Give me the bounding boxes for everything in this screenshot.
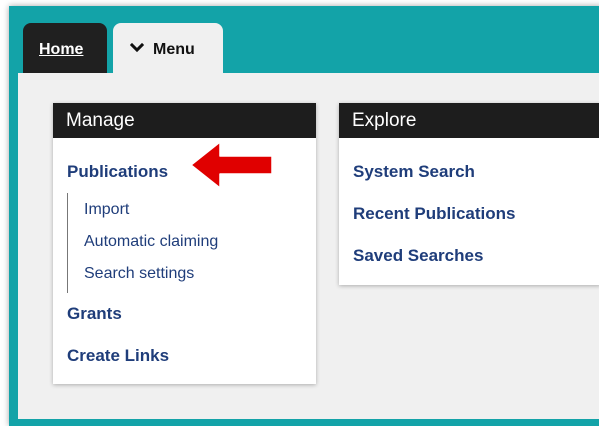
recent-publications-link[interactable]: Recent Publications (353, 204, 515, 224)
tab-home-label[interactable]: Home (39, 41, 83, 59)
explore-panel: Explore System Search Recent Publication… (339, 103, 599, 285)
red-arrow-left-icon (190, 141, 273, 189)
publications-submenu: Import Automatic claiming Search setting… (67, 193, 218, 293)
search-settings-link[interactable]: Search settings (84, 265, 194, 283)
saved-searches-link[interactable]: Saved Searches (353, 246, 483, 266)
system-search-link[interactable]: System Search (353, 162, 475, 182)
tab-home[interactable]: Home (23, 23, 107, 75)
manage-panel: Manage Publications Import Automatic cla… (53, 103, 316, 384)
automatic-claiming-link[interactable]: Automatic claiming (84, 233, 218, 251)
tab-menu[interactable]: Menu (113, 23, 223, 75)
chevron-down-icon (130, 43, 144, 53)
publications-link[interactable]: Publications (67, 162, 168, 182)
manage-panel-title: Manage (53, 103, 316, 138)
import-link[interactable]: Import (84, 201, 129, 219)
grants-link[interactable]: Grants (67, 304, 122, 324)
explore-panel-title: Explore (339, 103, 599, 138)
create-links-link[interactable]: Create Links (67, 346, 169, 366)
tab-menu-label: Menu (153, 41, 195, 58)
